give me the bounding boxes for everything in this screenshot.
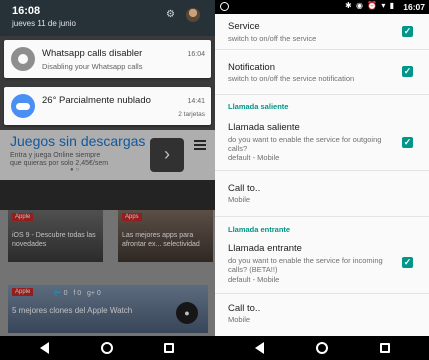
weather-cloud-icon	[11, 94, 35, 118]
setting-default: default - Mobile	[228, 153, 280, 162]
background-web-page: Juegos sin descargas Entra y juega Onlin…	[0, 130, 215, 336]
setting-outgoing-call[interactable]: Llamada saliente do you want to enable t…	[215, 114, 429, 168]
notification-checkbox[interactable]: ✓	[402, 66, 413, 77]
notification-card[interactable]: Whatsapp calls disabler Disabling your W…	[4, 40, 211, 78]
incoming-checkbox[interactable]: ✓	[402, 257, 413, 268]
settings-screen: ✱ ◉ ⏰ ▾ ▮ 16:07 Service switch to on/off…	[215, 0, 429, 360]
setting-summary: switch to on/off the service notificatio…	[228, 74, 355, 83]
service-checkbox[interactable]: ✓	[402, 26, 413, 37]
navigation-bar	[0, 336, 215, 360]
recents-icon[interactable]	[380, 343, 390, 353]
app-notification-icon	[220, 2, 229, 11]
notification-time: 14:41	[187, 98, 205, 105]
setting-incoming-call[interactable]: Llamada entrante do you want to enable t…	[215, 236, 429, 292]
status-icons: ✱ ◉ ⏰ ▾ ▮	[345, 1, 395, 10]
setting-notification[interactable]: Notification switch to on/off the servic…	[215, 50, 429, 93]
home-icon[interactable]	[101, 342, 113, 354]
recents-icon[interactable]	[164, 343, 174, 353]
setting-title: Call to..	[228, 303, 261, 314]
category-incoming: Llamada entrante	[228, 225, 291, 234]
back-icon[interactable]	[255, 342, 264, 354]
notification-title: Whatsapp calls disabler	[42, 48, 143, 59]
shade-date[interactable]: jueves 11 de junio	[12, 19, 76, 28]
notification-shade-screen: Juegos sin descargas Entra y juega Onlin…	[0, 0, 215, 360]
gear-icon[interactable]: ⚙	[166, 10, 176, 20]
disabler-icon	[11, 47, 35, 71]
setting-title: Notification	[228, 62, 275, 73]
notification-title: 26° Parcialmente nublado	[42, 95, 151, 106]
setting-summary: Mobile	[228, 315, 251, 324]
setting-title: Call to..	[228, 183, 261, 194]
divider	[215, 216, 429, 217]
shade-header: 16:08 jueves 11 de junio ⚙	[0, 0, 215, 36]
notification-extra: 2 tarjetas	[178, 111, 205, 118]
setting-title: Llamada entrante	[228, 243, 302, 254]
setting-title: Llamada saliente	[228, 122, 300, 133]
category-outgoing: Llamada saliente	[228, 102, 289, 111]
home-icon[interactable]	[316, 342, 328, 354]
notification-time: 16:04	[187, 51, 205, 58]
status-time: 16:07	[403, 2, 425, 12]
divider	[215, 94, 429, 95]
setting-default: default - Mobile	[228, 275, 280, 284]
outgoing-checkbox[interactable]: ✓	[402, 137, 413, 148]
setting-summary: switch to on/off the service	[228, 34, 317, 43]
navigation-bar	[215, 336, 429, 360]
notification-subtitle: Disabling your Whatsapp calls	[42, 62, 143, 71]
setting-service[interactable]: Service switch to on/off the service ✓	[215, 14, 429, 49]
avatar[interactable]	[186, 8, 200, 22]
setting-incoming-call-to[interactable]: Call to.. Mobile	[215, 294, 429, 336]
shade-dim-overlay	[0, 130, 215, 336]
setting-title: Service	[228, 21, 260, 32]
setting-outgoing-call-to[interactable]: Call to.. Mobile	[215, 171, 429, 214]
setting-summary: do you want to enable the service for ou…	[228, 135, 382, 153]
setting-summary: Mobile	[228, 195, 251, 204]
back-icon[interactable]	[40, 342, 49, 354]
setting-summary: do you want to enable the service for in…	[228, 256, 383, 274]
shade-time: 16:08	[12, 5, 41, 17]
status-bar: ✱ ◉ ⏰ ▾ ▮ 16:07	[215, 0, 429, 14]
notification-card[interactable]: 26° Parcialmente nublado 14:41 2 tarjeta…	[4, 87, 211, 125]
